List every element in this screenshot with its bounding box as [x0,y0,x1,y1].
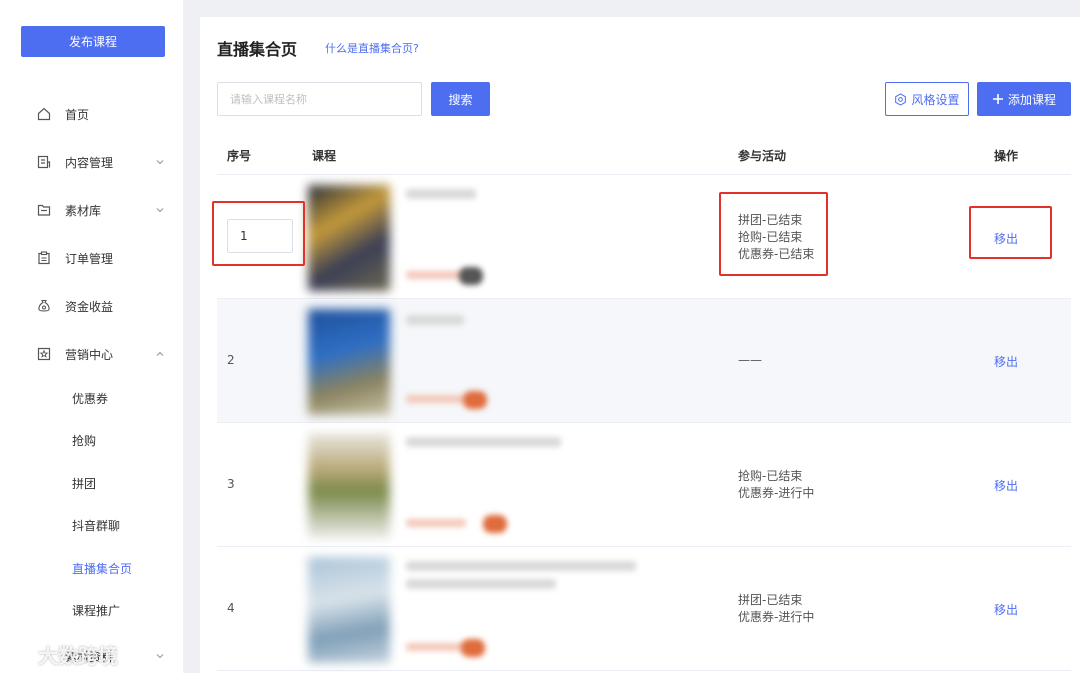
content-icon [36,154,52,170]
hexagon-settings-icon [895,92,907,106]
column-header-action: 操作 [994,149,1019,163]
activity-item: 拼团-已结束 [738,593,803,607]
highlight-box [719,192,828,276]
activity-item: 抢购-已结束 [738,469,803,483]
sidebar-subitem-label: 抖音群聊 [72,518,121,533]
activity-item: 优惠券-进行中 [738,486,815,500]
course-badge-blurred [459,267,483,285]
help-link[interactable]: 什么是直播集合页? [325,40,419,56]
column-header-activities: 参与活动 [738,149,787,163]
sidebar-item-marketing[interactable]: 营销中心 [0,339,183,369]
sidebar-subitem-label: 课程推广 [72,603,121,618]
sidebar-item-label: 首页 [65,107,90,122]
style-settings-label: 风格设置 [911,92,960,107]
money-bag-icon [36,298,52,314]
sidebar-item-label: 订单管理 [65,251,114,266]
sidebar-item-home[interactable]: 首页 [0,99,183,129]
course-badge-blurred [483,515,507,533]
course-title-blurred [406,189,476,199]
home-icon [36,106,52,122]
sidebar-item-materials[interactable]: 素材库 [0,195,183,225]
activity-item: 优惠券-进行中 [738,610,815,624]
main-panel: 直播集合页 什么是直播集合页? 搜索 风格设置 添加课程 序号 课程 参与活动 … [200,17,1080,673]
course-title-blurred [406,579,556,589]
row-index: 3 [227,477,235,491]
chevron-up-icon [156,351,164,356]
sidebar-item-label: 资金收益 [65,299,114,314]
row-index: 4 [227,601,235,615]
course-price-blurred [406,271,466,279]
activity-list: —— [738,352,762,369]
sidebar-subitem-label: 抢购 [72,433,97,448]
folder-icon [36,202,52,218]
course-title-blurred [406,561,636,571]
row-index: 2 [227,353,235,367]
style-settings-button[interactable]: 风格设置 [885,82,969,116]
sidebar-subitem-course-promotion[interactable]: 课程推广 [0,596,183,624]
remove-link[interactable]: 移出 [994,601,1018,618]
chevron-down-icon [156,654,164,659]
course-price-blurred [406,395,466,403]
column-header-index: 序号 [227,149,252,163]
sidebar-subitem-flash-sale[interactable]: 抢购 [0,426,183,454]
sidebar-item-label: 营销中心 [65,347,114,362]
course-price-blurred [406,519,466,527]
add-course-label: 添加课程 [1007,92,1056,107]
sidebar-subitem-label: 拼团 [72,476,97,491]
remove-link[interactable]: 移出 [994,353,1018,370]
watermark: 大数跨境 [8,640,118,669]
course-title-blurred [406,315,464,325]
page-title: 直播集合页 [217,40,298,59]
search-input[interactable] [217,82,422,116]
course-price-blurred [406,643,466,651]
table-row: 4 拼团-已结束 优惠券-进行中 移出 [217,547,1071,671]
sidebar-item-label: 素材库 [65,203,102,218]
course-thumbnail[interactable] [308,185,390,291]
sidebar-subitem-coupon[interactable]: 优惠券 [0,384,183,412]
clipboard-icon [36,250,52,266]
plus-icon [992,94,1003,104]
course-thumbnail[interactable] [308,557,390,663]
course-thumbnail[interactable] [308,433,390,539]
sidebar-item-revenue[interactable]: 资金收益 [0,291,183,321]
highlight-box [969,206,1052,259]
sidebar-subitem-label: 直播集合页 [72,561,133,576]
course-thumbnail[interactable] [308,309,390,415]
sidebar-subitem-live-collection[interactable]: 直播集合页 [0,554,183,582]
publish-course-button[interactable]: 发布课程 [21,26,165,57]
sidebar-subitem-douyin-group[interactable]: 抖音群聊 [0,511,183,539]
sidebar-item-content[interactable]: 内容管理 [0,147,183,177]
sidebar-subitem-group-buy[interactable]: 拼团 [0,469,183,497]
activity-list: 拼团-已结束 优惠券-进行中 [738,592,814,626]
sidebar-item-label: 内容管理 [65,155,114,170]
table-row: 3 抢购-已结束 优惠券-进行中 移出 [217,423,1071,547]
sidebar-item-orders[interactable]: 订单管理 [0,243,183,273]
course-title-blurred [406,437,561,447]
marketing-icon [36,346,52,362]
course-badge-blurred [463,391,487,409]
sidebar-subitem-label: 优惠券 [72,391,109,406]
search-button[interactable]: 搜索 [431,82,490,116]
remove-link[interactable]: 移出 [994,477,1018,494]
activity-list: 抢购-已结束 优惠券-进行中 [738,468,814,502]
course-badge-blurred [461,639,485,657]
watermark-text: 大数跨境 [38,644,118,668]
chevron-down-icon [156,208,164,213]
activity-item: —— [738,353,762,367]
table-row: 拼团-已结束 抢购-已结束 优惠券-已结束 移出 [217,175,1071,299]
sidebar: 发布课程 首页 内容管理 素材库 订单管理 资金收益 营销中心 优惠券 抢购 拼… [0,0,183,673]
watermark-logo-icon [8,647,34,662]
highlight-box [212,201,305,266]
add-course-button[interactable]: 添加课程 [977,82,1071,116]
table-row: 2 —— 移出 [217,299,1071,423]
chevron-down-icon [156,160,164,165]
column-header-course: 课程 [312,149,337,163]
